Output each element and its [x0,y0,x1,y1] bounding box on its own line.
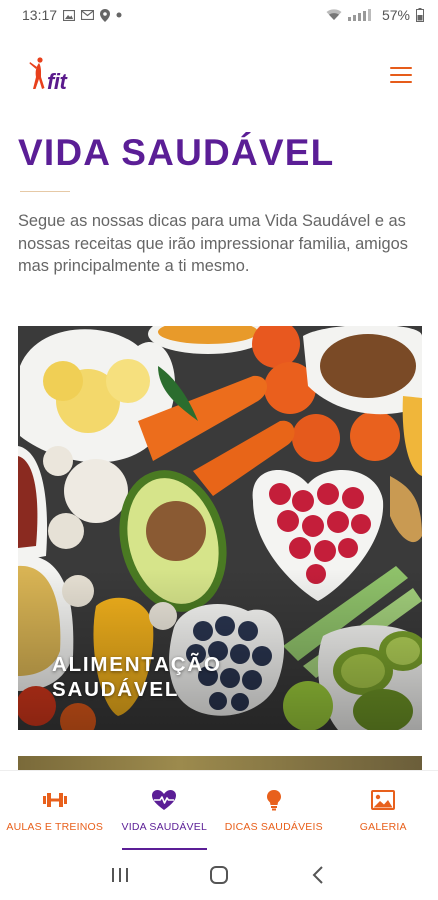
bottom-nav: AULAS E TREINOS VIDA SAUDÁVEL DICAS SAUD… [0,770,438,850]
fit-logo[interactable]: fit [28,55,67,95]
nav-label: AULAS E TREINOS [6,820,104,833]
app-header: fit [0,30,438,120]
card-caption-line1: ALIMENTAÇÃO [52,653,222,676]
heartbeat-icon [152,789,177,810]
healthy-food-card[interactable]: ALIMENTAÇÃO SAUDÁVEL [18,326,422,730]
location-icon [100,8,111,22]
nav-item-dicas-saudaveis[interactable]: DICAS SAUDÁVEIS [219,771,329,850]
system-nav-bar [0,850,438,900]
nav-label: DICAS SAUDÁVEIS [224,820,323,833]
card-caption: ALIMENTAÇÃO SAUDÁVEL [52,652,222,702]
wifi-icon [326,9,342,20]
logo-text: fit [47,69,67,94]
card-caption-line2: SAUDÁVEL [52,678,180,701]
nav-label: VIDA SAUDÁVEL [121,820,207,833]
page-title: VIDA SAUDÁVEL [18,132,335,173]
lightbulb-icon [266,789,281,810]
image-icon [63,9,76,21]
signal-icon [347,9,371,21]
status-bar: 13:17 57% [0,0,438,30]
image-gallery-icon [371,789,396,810]
hamburger-menu-icon[interactable] [390,67,412,83]
dumbbell-icon [42,792,67,807]
intro-text: Segue as nossas dicas para uma Vida Saud… [18,212,408,275]
recents-icon[interactable] [108,863,132,887]
nav-item-aulas-e-treinos[interactable]: AULAS E TREINOS [0,771,110,850]
nav-label: GALERIA [359,820,407,833]
gmail-icon [81,10,95,20]
runner-logo-icon [29,57,45,89]
battery-icon [416,8,424,22]
title-divider [20,191,70,192]
status-right: 57% [326,7,424,23]
home-icon[interactable] [207,863,231,887]
dot-icon [116,12,122,18]
battery-percent: 57% [381,7,410,23]
back-icon[interactable] [306,863,330,887]
nav-item-vida-saudavel[interactable]: VIDA SAUDÁVEL [110,771,220,850]
nav-item-galeria[interactable]: GALERIA [329,771,438,850]
status-left: 13:17 [22,7,122,23]
status-time: 13:17 [22,7,58,23]
